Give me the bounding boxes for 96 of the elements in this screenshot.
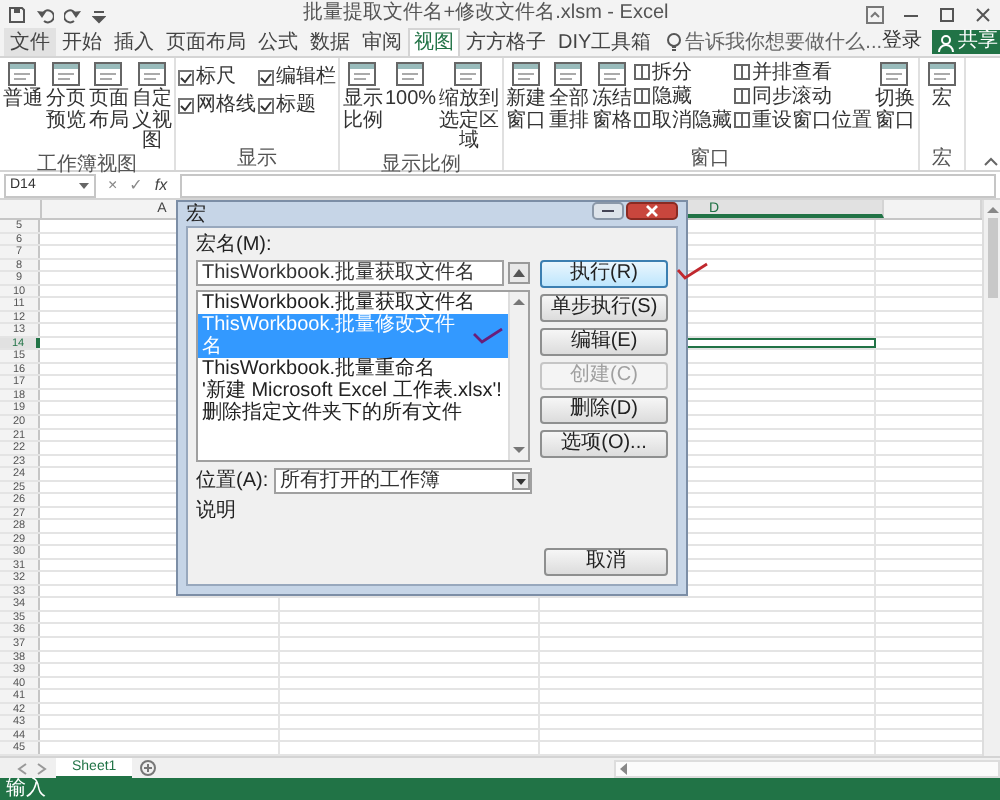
sign-in-link[interactable]: 登录 bbox=[882, 30, 923, 54]
location-dropdown[interactable]: 所有打开的工作簿 bbox=[274, 468, 532, 494]
down-arrow-icon[interactable] bbox=[512, 446, 526, 456]
save-icon[interactable] bbox=[8, 5, 26, 23]
ribbon-button[interactable]: 隐藏 bbox=[634, 84, 733, 108]
ribbon-button[interactable]: 分页预览 bbox=[45, 60, 86, 153]
ribbon-button[interactable]: 缩放到选定区域 bbox=[438, 60, 500, 153]
ribbon-tab[interactable]: 审阅 bbox=[356, 28, 408, 56]
checkmark-icon bbox=[472, 328, 504, 344]
ribbon-button[interactable]: 全部重排 bbox=[548, 60, 590, 132]
ribbon-button[interactable]: 100% bbox=[385, 60, 437, 153]
ribbon-tab[interactable]: 视图 bbox=[408, 28, 460, 56]
dialog-button[interactable]: 删除(D) bbox=[540, 396, 668, 424]
scrollbar[interactable] bbox=[982, 200, 1000, 756]
checkbox-label: 网格线 bbox=[196, 94, 256, 116]
redo-icon[interactable] bbox=[64, 5, 82, 23]
dropdown-caret-icon bbox=[78, 181, 90, 189]
checkbox[interactable] bbox=[258, 69, 274, 85]
formula-field[interactable] bbox=[179, 173, 996, 197]
ribbon-button[interactable]: 自定义视图 bbox=[131, 60, 172, 153]
window-icon bbox=[634, 112, 651, 128]
group-label: 窗口 bbox=[688, 148, 733, 170]
ribbon-button[interactable]: 并排查看 bbox=[734, 60, 873, 84]
close-icon[interactable] bbox=[626, 202, 678, 220]
dialog-button[interactable]: 执行(R) bbox=[540, 260, 668, 288]
field-label: 宏名(M): bbox=[196, 234, 274, 256]
close-icon[interactable] bbox=[974, 5, 992, 23]
scrollbar[interactable] bbox=[614, 759, 1000, 777]
ribbon-display-icon[interactable] bbox=[866, 5, 884, 23]
ribbon-button[interactable]: 切换窗口 bbox=[874, 60, 916, 132]
window-icon bbox=[734, 88, 751, 104]
customize-caret-icon[interactable] bbox=[92, 5, 106, 23]
window-icon bbox=[734, 64, 751, 80]
minimize-icon[interactable] bbox=[592, 202, 624, 220]
checkmark-icon bbox=[676, 262, 708, 280]
field-label: 说明 bbox=[196, 500, 238, 522]
undo-icon[interactable] bbox=[36, 5, 54, 23]
dialog-button[interactable]: 选项(O)... bbox=[540, 430, 668, 458]
group-label: 显示 bbox=[235, 148, 279, 170]
group-label: 宏 bbox=[929, 148, 954, 170]
ribbon-tab[interactable]: 公式 bbox=[252, 28, 304, 56]
search-field[interactable]: 告诉我你想要做什么... bbox=[665, 28, 883, 56]
checkbox-label: 编辑栏 bbox=[276, 66, 336, 88]
insert-function-button[interactable]: fx bbox=[154, 175, 168, 195]
list-item[interactable]: '新建 Microsoft Excel 工作表.xlsx'!删除指定文件夹下的所有文件 bbox=[198, 380, 508, 424]
status-text: 输入 bbox=[6, 778, 46, 800]
ribbon-tab[interactable]: 开始 bbox=[56, 28, 108, 56]
dialog-button[interactable]: 编辑(E) bbox=[540, 328, 668, 356]
checkbox[interactable] bbox=[258, 97, 274, 113]
ribbon-button[interactable]: 显示比例 bbox=[342, 60, 383, 153]
ribbon-tab[interactable]: 方方格子 bbox=[460, 28, 552, 56]
left-arrow-icon[interactable] bbox=[618, 761, 628, 775]
list-item[interactable]: ThisWorkbook.批量重命名 bbox=[198, 358, 508, 380]
group-label: 工作簿视图 bbox=[36, 153, 139, 175]
maximize-icon[interactable] bbox=[938, 5, 956, 23]
share-button[interactable]: 共享 bbox=[932, 30, 1000, 54]
ribbon-button[interactable]: 重设窗口位置 bbox=[734, 108, 873, 132]
ribbon-button[interactable]: 拆分 bbox=[634, 60, 733, 84]
ribbon-button[interactable]: 宏 bbox=[921, 60, 963, 111]
ribbon-button[interactable]: 普通 bbox=[2, 60, 43, 153]
checkbox[interactable] bbox=[178, 69, 194, 85]
ribbon-tab[interactable]: 页面布局 bbox=[160, 28, 252, 56]
person-icon bbox=[938, 33, 955, 51]
window-icon bbox=[634, 64, 651, 80]
lightbulb-icon bbox=[665, 32, 682, 52]
macro-name-field[interactable]: ThisWorkbook.批量获取文件名 bbox=[196, 260, 504, 286]
window-icon bbox=[734, 112, 751, 128]
checkbox-label: 标尺 bbox=[196, 66, 236, 88]
enter-button[interactable]: ✓ bbox=[129, 175, 143, 195]
list-item[interactable]: ThisWorkbook.批量获取文件名 bbox=[198, 292, 508, 314]
checkbox-label: 标题 bbox=[276, 94, 316, 116]
cancel-button[interactable]: 取消 bbox=[544, 548, 668, 576]
dropdown-caret-icon bbox=[512, 472, 530, 490]
group-label: 显示比例 bbox=[378, 153, 463, 175]
up-arrow-icon[interactable] bbox=[512, 296, 526, 306]
ribbon-button[interactable]: 取消隐藏 bbox=[634, 108, 733, 132]
ribbon-tab[interactable]: 数据 bbox=[304, 28, 356, 56]
ribbon-button[interactable]: 页面布局 bbox=[88, 60, 129, 153]
add-sheet-icon[interactable] bbox=[140, 760, 157, 776]
ribbon-button[interactable]: 冻结窗格 bbox=[591, 60, 633, 132]
collapse-ribbon-icon[interactable] bbox=[984, 156, 998, 166]
window-icon bbox=[634, 88, 651, 104]
scroll-thumb[interactable] bbox=[987, 218, 997, 298]
ribbon-tab[interactable]: 文件 bbox=[4, 28, 56, 56]
cancel-button[interactable]: × bbox=[108, 175, 118, 195]
scrollbar[interactable] bbox=[508, 292, 528, 460]
ribbon-tab[interactable]: 插入 bbox=[108, 28, 160, 56]
field-label: 位置(A): bbox=[196, 470, 269, 492]
ribbon-button[interactable]: 同步滚动 bbox=[734, 84, 873, 108]
macro-list[interactable]: ThisWorkbook.批量获取文件名 ThisWorkbook.批量修改文件名 ThisWorkbook.批量重命名 '新建 Microsoft Excel 工作表.xlsx'!删除指定文件夹下的所有文件 bbox=[196, 290, 530, 462]
dialog-button[interactable]: 单步执行(S) bbox=[540, 294, 668, 322]
ribbon-tab[interactable]: DIY工具箱 bbox=[552, 28, 658, 56]
ribbon-button[interactable]: 新建窗口 bbox=[505, 60, 547, 132]
up-arrow-icon[interactable] bbox=[985, 204, 999, 214]
checkbox[interactable] bbox=[178, 97, 194, 113]
window-title: 批量提取文件名+修改文件名.xlsm - Excel bbox=[301, 2, 671, 26]
